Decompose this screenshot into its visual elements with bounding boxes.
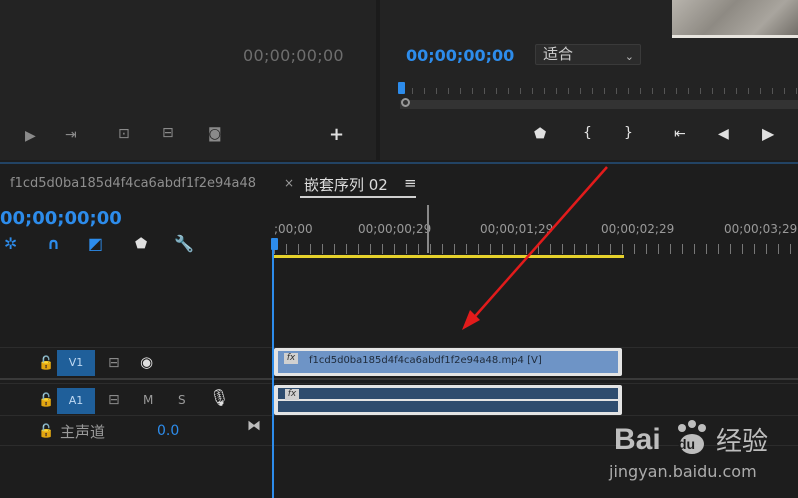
- watermark-url: jingyan.baidu.com: [609, 462, 757, 481]
- svg-text:经验: 经验: [716, 427, 768, 457]
- svg-text:du: du: [678, 436, 695, 452]
- svg-text:Bai: Bai: [614, 423, 661, 456]
- baidu-jingyan-logo: Bai du 经验: [614, 420, 768, 457]
